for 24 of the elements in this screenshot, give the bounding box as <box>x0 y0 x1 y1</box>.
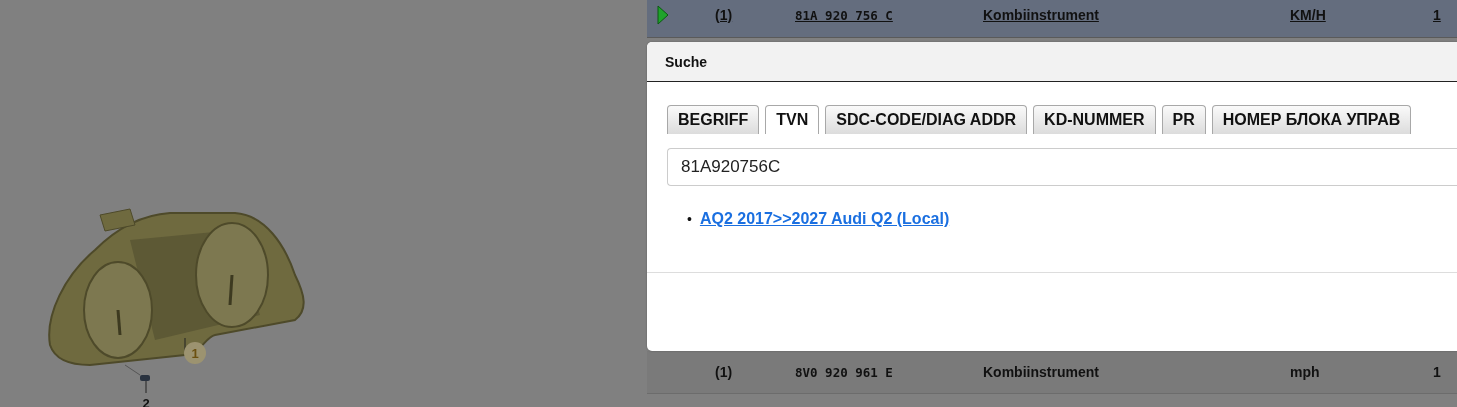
search-field[interactable]: 81A920756C <box>667 148 1457 186</box>
unit-cell: KM/H <box>1290 7 1326 23</box>
quantity-cell: 1 <box>1433 364 1441 380</box>
part-number-cell: 81A 920 756 C <box>795 7 893 23</box>
result-link[interactable]: AQ2 2017>>2027 Audi Q2 (Local) <box>699 210 950 228</box>
position-cell: (1) <box>715 7 733 23</box>
search-tab[interactable]: KD-NUMMER <box>1033 105 1156 134</box>
part-number-cell: 8V0 920 961 E <box>795 364 893 380</box>
callout-number[interactable]: 2 <box>135 392 157 407</box>
part-name-cell: Kombiinstrument <box>983 7 1099 23</box>
search-tab[interactable]: TVN <box>765 105 820 134</box>
parts-row[interactable]: (1) 81A 920 756 C Kombiinstrument KM/H 1 <box>647 0 1457 38</box>
parts-row[interactable]: (1) 8V0 920 961 E Kombiinstrument mph 1 <box>647 351 1457 394</box>
quantity-cell: 1 <box>1433 7 1441 23</box>
search-tab[interactable]: BEGRIFF <box>667 105 760 134</box>
search-tab[interactable]: SDC-CODE/DIAG ADDR <box>825 105 1028 134</box>
position-cell: (1) <box>715 364 733 380</box>
search-tab[interactable]: PR <box>1161 105 1206 134</box>
part-name-cell: Kombiinstrument <box>983 364 1099 380</box>
unit-cell: mph <box>1290 364 1320 380</box>
play-arrow-icon <box>657 5 669 25</box>
search-tab[interactable]: НОМЕР БЛОКА УПРАВ <box>1211 105 1412 134</box>
dialog-title: Suche <box>665 53 707 70</box>
bullet-mark: • <box>687 211 692 227</box>
